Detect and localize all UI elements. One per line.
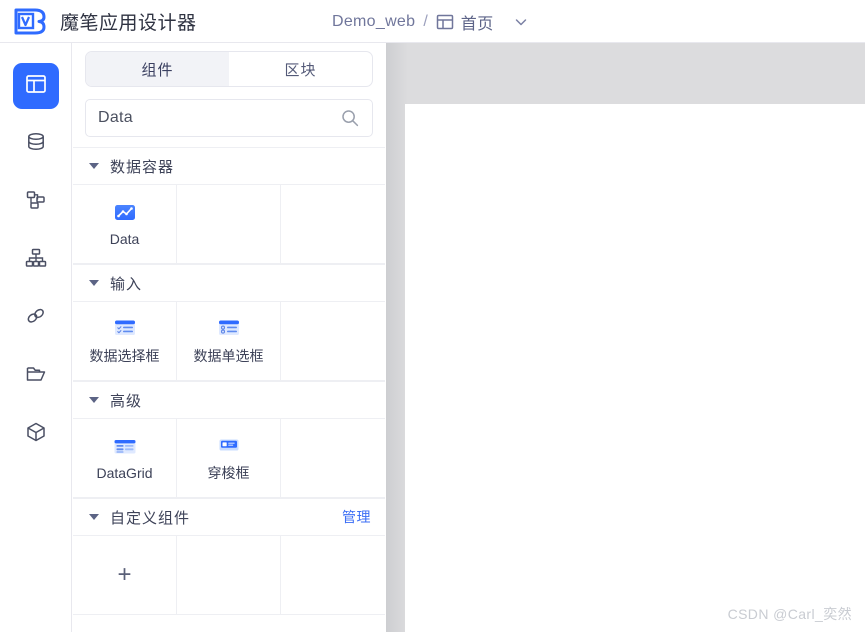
component-tile-empty <box>281 536 385 615</box>
component-tile-data-radio[interactable]: 数据单选框 <box>177 302 281 381</box>
section-grid-data-container: Data <box>73 185 385 264</box>
plus-icon: + <box>117 561 132 588</box>
component-tile-empty <box>177 536 281 615</box>
search-box[interactable] <box>85 99 373 137</box>
section-header-custom[interactable]: 自定义组件 管理 <box>73 498 385 536</box>
component-tile-empty <box>177 185 281 264</box>
component-tile-label: 穿梭框 <box>207 465 250 481</box>
component-tile-label: DataGrid <box>96 465 153 481</box>
left-icon-rail <box>0 43 72 632</box>
section-title: 输入 <box>110 275 143 293</box>
component-tile-label: 数据选择框 <box>89 348 160 364</box>
sitemap-icon <box>25 247 47 274</box>
flow-nodes-icon <box>25 189 47 216</box>
layout-panel-icon <box>25 73 47 100</box>
tab-blocks[interactable]: 区块 <box>229 52 372 86</box>
radiolist-icon <box>216 316 242 340</box>
search-icon[interactable] <box>340 108 360 128</box>
add-custom-component-tile[interactable]: + <box>73 536 177 615</box>
manage-link[interactable]: 管理 <box>342 507 371 527</box>
sidebar-item-sitemap[interactable] <box>13 237 59 283</box>
caret-down-icon[interactable] <box>89 397 99 403</box>
breadcrumb-page[interactable]: 首页 <box>461 10 494 34</box>
section-grid-custom: + <box>73 536 385 615</box>
section-title: 数据容器 <box>110 158 175 176</box>
transfer-icon <box>216 433 242 457</box>
component-tile-empty <box>281 302 385 381</box>
sidebar-item-link[interactable] <box>13 295 59 341</box>
layout-page-icon <box>436 13 454 31</box>
watermark: CSDN @Carl_奕然 <box>727 606 852 622</box>
breadcrumb-project[interactable]: Demo_web <box>332 13 415 31</box>
component-panel: 组件 区块 数据容器 <box>73 43 385 632</box>
component-sections: 数据容器 Data 输入 数据选择框 数据单选框 高级 DataGrid 穿梭框… <box>73 147 385 615</box>
sidebar-item-assets[interactable] <box>13 353 59 399</box>
sidebar-item-package[interactable] <box>13 411 59 457</box>
cube-icon <box>25 421 47 448</box>
database-icon <box>25 131 47 158</box>
sidebar-item-flow[interactable] <box>13 179 59 225</box>
sidebar-item-data-source[interactable] <box>13 121 59 167</box>
app-header: 魔笔应用设计器 Demo_web / 首页 <box>0 0 865 43</box>
section-title: 自定义组件 <box>110 509 191 527</box>
component-tile-label: Data <box>109 231 140 247</box>
panel-tabs: 组件 区块 <box>85 51 373 87</box>
chevron-down-icon[interactable] <box>513 14 529 30</box>
app-title: 魔笔应用设计器 <box>60 12 197 34</box>
design-canvas[interactable] <box>386 43 865 632</box>
caret-down-icon[interactable] <box>89 514 99 520</box>
component-tile-transfer[interactable]: 穿梭框 <box>177 419 281 498</box>
chart-line-icon <box>112 201 138 225</box>
search-input[interactable] <box>98 109 340 127</box>
section-title: 高级 <box>110 392 143 410</box>
component-tile-data[interactable]: Data <box>73 185 177 264</box>
section-header-advanced[interactable]: 高级 <box>73 381 385 419</box>
logo[interactable] <box>0 6 60 36</box>
breadcrumb-separator: / <box>423 12 428 30</box>
tab-components[interactable]: 组件 <box>86 52 229 86</box>
breadcrumb: Demo_web / 首页 <box>332 0 529 43</box>
component-tile-label: 数据单选框 <box>193 348 264 364</box>
caret-down-icon[interactable] <box>89 163 99 169</box>
component-tile-empty <box>281 419 385 498</box>
section-header-input[interactable]: 输入 <box>73 264 385 302</box>
app-root: 魔笔应用设计器 Demo_web / 首页 组件 区块 Data 数据容器 Da… <box>0 0 865 632</box>
component-tile-datagrid[interactable]: DataGrid <box>73 419 177 498</box>
link-connection-icon <box>25 305 47 332</box>
section-header-data-container[interactable]: 数据容器 <box>73 147 385 185</box>
sidebar-item-layout[interactable] <box>12 63 59 109</box>
component-tile-data-select[interactable]: 数据选择框 <box>73 302 177 381</box>
component-tile-empty <box>281 185 385 264</box>
folder-icon <box>25 363 47 390</box>
mobi-logo-icon <box>11 6 49 36</box>
section-grid-advanced: DataGrid 穿梭框 <box>73 419 385 498</box>
checklist-icon <box>112 316 138 340</box>
datagrid-icon <box>112 435 138 459</box>
canvas-page-sheet[interactable] <box>405 104 865 632</box>
section-grid-input: 数据选择框 数据单选框 <box>73 302 385 381</box>
caret-down-icon[interactable] <box>89 280 99 286</box>
